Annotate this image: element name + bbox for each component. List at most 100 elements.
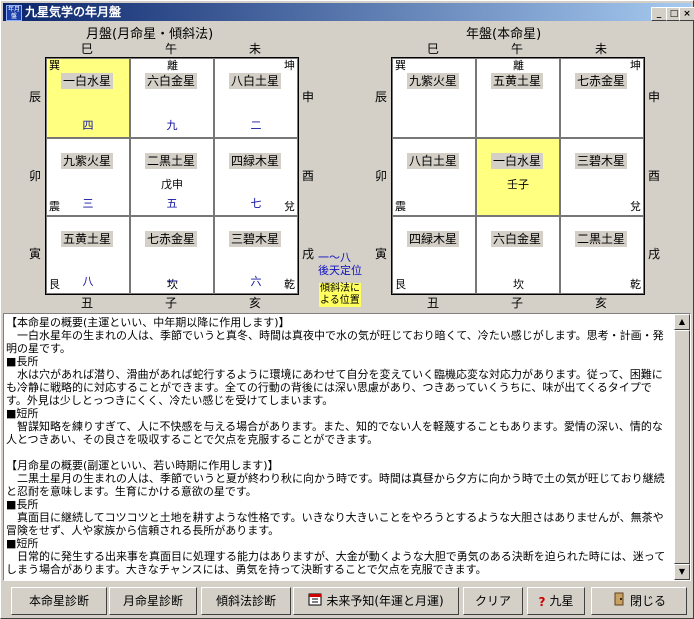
yearly-trigram-label: 坤 bbox=[630, 59, 641, 72]
monthly-cell: 四緑木星兌七 bbox=[214, 138, 298, 216]
scroll-down-button[interactable]: ▼ bbox=[674, 564, 690, 580]
monthly-bottom-branch: 丑 bbox=[81, 296, 94, 310]
monthly-left-branch: 辰 bbox=[29, 90, 42, 104]
kyusei-help-button[interactable]: ? 九星 bbox=[527, 587, 585, 615]
yearly-bottom-branch: 子 bbox=[511, 296, 524, 310]
yearly-right-branch: 戌 bbox=[648, 247, 661, 261]
yearly-cell: 四緑木星艮 bbox=[392, 216, 476, 294]
title-bar: 年月盤 九星気学の年月盤 _ □ × bbox=[3, 3, 694, 21]
calendar-icon bbox=[308, 589, 322, 615]
close-window-button[interactable]: × bbox=[679, 7, 694, 21]
monthly-top-branch: 午 bbox=[165, 42, 178, 56]
yearly-cell: 五黄土星離 bbox=[476, 58, 560, 138]
yearly-grid: 九紫火星巽五黄土星離七赤金星坤八白土星震一白水星 壬子 三碧木星兌四緑木星艮六白金星… bbox=[391, 57, 645, 295]
monthly-trigram-label: 巽 bbox=[49, 59, 60, 72]
yearly-board-title: 年盤(本命星) bbox=[466, 27, 542, 42]
scroll-thumb[interactable] bbox=[674, 330, 690, 564]
description-line: 日常的に発生する出来事を真面目に処理する能力はありますが、大金が動くような大胆で… bbox=[6, 550, 666, 576]
description-line: 二黒土星月の生まれの人は、季節でいうと夏が終わり秋に向かう時です。時間は真昼から… bbox=[6, 472, 665, 498]
app-icon: 年月盤 bbox=[6, 5, 22, 21]
door-icon bbox=[612, 589, 626, 615]
description-line: ■長所 bbox=[6, 498, 39, 511]
honmei-diagnosis-button[interactable]: 本命星診断 bbox=[11, 587, 107, 615]
yearly-trigram-label: 離 bbox=[513, 59, 524, 72]
monthly-grid: 一白水星巽四六白金星離九八白土星坤二九紫火星震三二黒土星 戊申五四緑木星兌七五黄土… bbox=[45, 57, 299, 295]
monthly-left-branch: 卯 bbox=[29, 169, 42, 183]
monthly-position-number: 三 bbox=[82, 197, 94, 210]
description-line: ■短所 bbox=[6, 407, 39, 420]
close-button[interactable]: 閉じる bbox=[591, 587, 687, 615]
yearly-top-branch: 午 bbox=[511, 42, 524, 56]
description-line: 【月命星の概要(副運といい、若い時期に作用します)】 bbox=[6, 459, 279, 472]
description-textarea[interactable]: 【本命星の概要(主運といい、中年期以降に作用します)】 一白水星年の生まれの人は… bbox=[3, 313, 691, 581]
monthly-trigram-label: 離 bbox=[167, 59, 178, 72]
yearly-cell: 六白金星坎 bbox=[476, 216, 560, 294]
monthly-cell: 一白水星巽四 bbox=[46, 58, 130, 138]
monthly-position-number: 七 bbox=[250, 197, 262, 210]
yearly-trigram-label: 巽 bbox=[395, 59, 406, 72]
yearly-left-branch: 卯 bbox=[375, 169, 388, 183]
monthly-board-title: 月盤(月命星・傾斜法) bbox=[86, 27, 214, 42]
yearly-trigram-label: 坎 bbox=[513, 278, 524, 291]
monthly-star-label: 一白水星 bbox=[61, 73, 114, 89]
monthly-cell: 二黒土星 戊申五 bbox=[130, 138, 214, 216]
scroll-up-button[interactable]: ▲ bbox=[674, 314, 690, 330]
yearly-stem-branch: 壬子 bbox=[507, 178, 529, 191]
yearly-left-branch: 寅 bbox=[375, 247, 388, 261]
monthly-cell: 三碧木星乾六 bbox=[214, 216, 298, 294]
legend-note-fixed: 一～八 後天定位 bbox=[318, 251, 362, 277]
description-line: 真面目に継続してコツコツと土地を耕すような性格です。いきなり大きいことをやろうと… bbox=[6, 511, 664, 537]
monthly-top-branch: 巳 bbox=[81, 42, 94, 56]
monthly-trigram-label: 坤 bbox=[284, 59, 295, 72]
monthly-position-number: 八 bbox=[82, 275, 94, 288]
monthly-star-label: 三碧木星 bbox=[229, 231, 282, 247]
monthly-stem-branch: 戊申 bbox=[161, 178, 183, 191]
yearly-star-label: 六白金星 bbox=[491, 231, 544, 247]
legend-note-line3: 傾斜法に bbox=[320, 283, 360, 294]
description-line: 【本命星の概要(主運といい、中年期以降に作用します)】 bbox=[6, 316, 290, 329]
yearly-star-label: 九紫火星 bbox=[407, 73, 460, 89]
monthly-star-label: 六白金星 bbox=[145, 73, 198, 89]
main-window: 年月盤 九星気学の年月盤 _ □ × 月盤(月命星・傾斜法) 一白水星巽四六白金… bbox=[0, 0, 694, 619]
getsumei-diagnosis-button[interactable]: 月命星診断 bbox=[109, 587, 197, 615]
future-forecast-label: 未来予知(年運と月運) bbox=[326, 594, 444, 608]
close-label: 閉じる bbox=[629, 594, 666, 608]
monthly-position-number: 一 bbox=[166, 275, 178, 288]
yearly-star-label: 八白土星 bbox=[407, 153, 460, 169]
description-line bbox=[6, 446, 672, 459]
monthly-cell: 五黄土星艮八 bbox=[46, 216, 130, 294]
yearly-cell: 八白土星震 bbox=[392, 138, 476, 216]
monthly-cell: 六白金星離九 bbox=[130, 58, 214, 138]
future-forecast-button[interactable]: 未来予知(年運と月運) bbox=[293, 587, 459, 615]
yearly-bottom-branch: 丑 bbox=[427, 296, 440, 310]
monthly-star-label: 五黄土星 bbox=[61, 231, 114, 247]
keisha-diagnosis-button[interactable]: 傾斜法診断 bbox=[201, 587, 291, 615]
legend-note-line1: 一～八 bbox=[318, 251, 351, 264]
help-icon: ? bbox=[538, 594, 546, 609]
legend-note-keisha: 傾斜法に よる位置 bbox=[319, 283, 361, 307]
monthly-cell: 九紫火星震三 bbox=[46, 138, 130, 216]
monthly-left-branch: 寅 bbox=[29, 247, 42, 261]
yearly-star-label: 二黒土星 bbox=[575, 231, 628, 247]
monthly-top-branch: 未 bbox=[249, 42, 262, 56]
description-line: 水は穴があれば潜り、滑曲があれば蛇行するように環境にあわせて自分を変えていく臨機… bbox=[6, 368, 663, 407]
legend-note-line4: よる位置 bbox=[320, 295, 360, 306]
yearly-cell: 九紫火星巽 bbox=[392, 58, 476, 138]
yearly-trigram-label: 震 bbox=[395, 200, 406, 213]
monthly-star-label: 二黒土星 bbox=[145, 153, 198, 169]
yearly-cell: 一白水星 壬子 bbox=[476, 138, 560, 216]
monthly-bottom-branch: 亥 bbox=[249, 296, 262, 310]
yearly-trigram-label: 兌 bbox=[630, 200, 641, 213]
window-title: 九星気学の年月盤 bbox=[25, 5, 122, 19]
monthly-bottom-branch: 子 bbox=[165, 296, 178, 310]
description-line: ■長所 bbox=[6, 355, 39, 368]
monthly-position-number: 二 bbox=[250, 119, 262, 132]
yearly-star-label: 四緑木星 bbox=[407, 231, 460, 247]
monthly-cell: 八白土星坤二 bbox=[214, 58, 298, 138]
vertical-scrollbar[interactable]: ▲ ▼ bbox=[674, 314, 690, 580]
yearly-cell: 二黒土星乾 bbox=[560, 216, 644, 294]
minimize-button[interactable]: _ bbox=[651, 7, 667, 21]
clear-button[interactable]: クリア bbox=[463, 587, 523, 615]
yearly-star-label: 五黄土星 bbox=[491, 73, 544, 89]
monthly-star-label: 四緑木星 bbox=[229, 153, 282, 169]
